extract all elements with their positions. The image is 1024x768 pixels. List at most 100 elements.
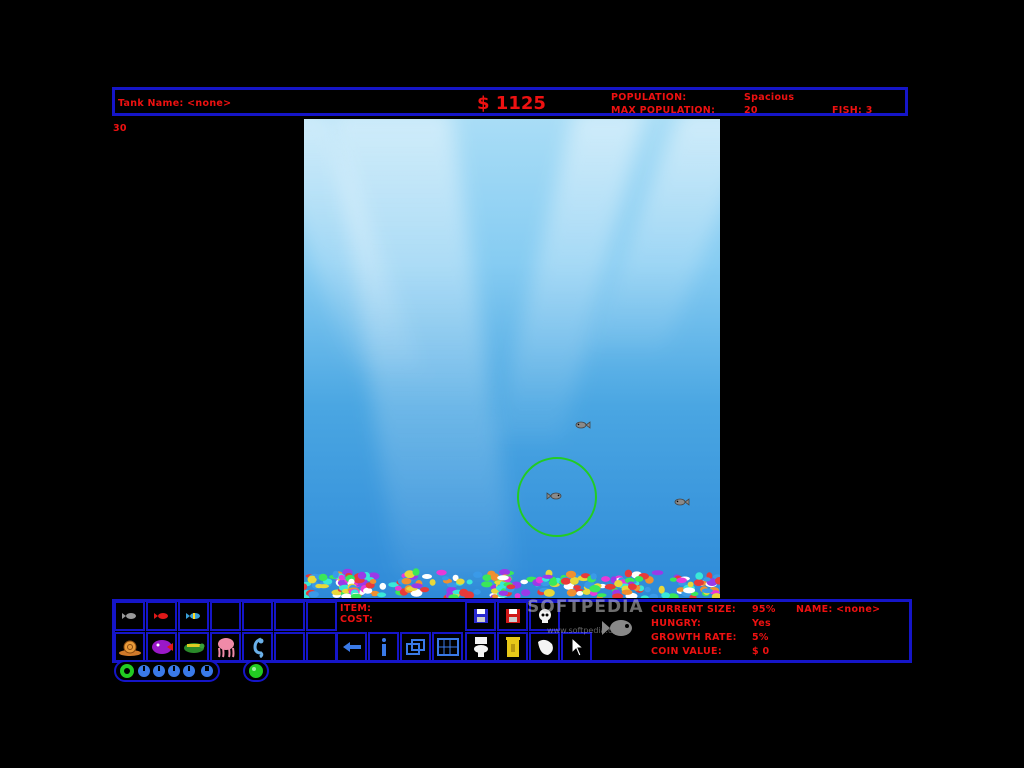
net-icon bbox=[531, 634, 558, 660]
gravel-pebble bbox=[394, 585, 402, 591]
red-fish-icon bbox=[148, 603, 175, 629]
gray-fish-icon bbox=[116, 603, 143, 629]
gravel-pebble bbox=[506, 584, 516, 590]
buy-purple-fish-button[interactable] bbox=[146, 632, 177, 662]
buy-turtle-button[interactable] bbox=[178, 632, 209, 662]
speed-button-2[interactable] bbox=[152, 663, 166, 683]
gray-fish bbox=[674, 498, 690, 506]
gravel-pebble bbox=[497, 575, 509, 581]
tank-grid-button[interactable] bbox=[432, 632, 463, 662]
fish-count: FISH: 3 bbox=[832, 105, 873, 116]
gravel-pebble bbox=[703, 577, 711, 582]
gravel-pebble bbox=[683, 587, 696, 594]
select-cursor-button[interactable] bbox=[561, 632, 592, 662]
gravel-pebble bbox=[614, 580, 623, 588]
gravel-pebble bbox=[676, 577, 687, 584]
tank-view-icon bbox=[402, 634, 429, 660]
gravel-pebble bbox=[634, 576, 644, 582]
gravel-pebble bbox=[542, 574, 554, 579]
seahorse-icon bbox=[244, 634, 271, 660]
gravel-pebble bbox=[377, 592, 387, 598]
trash-button[interactable] bbox=[497, 632, 528, 662]
gravel-pebble bbox=[570, 577, 579, 585]
gravel-pebble bbox=[543, 589, 555, 597]
gravel-pebble bbox=[573, 585, 581, 590]
gravel-pebble bbox=[369, 579, 377, 584]
tank-grid-icon bbox=[434, 634, 461, 660]
gravel-pebble bbox=[521, 589, 531, 597]
gravel-pebble bbox=[332, 570, 339, 579]
selected-fish-preview bbox=[601, 614, 637, 646]
tank-name-label[interactable]: Tank Name: <none> bbox=[118, 98, 231, 109]
gravel-pebble bbox=[624, 569, 633, 578]
gravel-pebble bbox=[576, 591, 584, 596]
empty-slot[interactable] bbox=[242, 601, 273, 631]
gravel-pebble bbox=[601, 576, 611, 582]
buy-jellyfish-button[interactable] bbox=[210, 632, 241, 662]
gravel-pebble bbox=[456, 578, 465, 585]
gravel-pebble bbox=[669, 577, 678, 582]
gravel-pebble bbox=[379, 582, 387, 590]
gravel-pebble bbox=[412, 568, 420, 576]
save-as-button[interactable] bbox=[497, 601, 528, 631]
aquarium-tank[interactable] bbox=[304, 119, 720, 598]
buy-snail-button[interactable] bbox=[114, 632, 145, 662]
empty-slot[interactable] bbox=[274, 632, 305, 662]
cursor-icon bbox=[563, 634, 590, 660]
empty-slot[interactable] bbox=[274, 601, 305, 631]
speed-button-5[interactable] bbox=[199, 663, 215, 683]
gravel-pebble bbox=[473, 571, 483, 578]
green-orb-button[interactable] bbox=[243, 660, 269, 682]
empty-slot[interactable] bbox=[306, 601, 337, 631]
fish-name-label[interactable]: NAME: <none> bbox=[796, 604, 880, 615]
speed-button-1[interactable] bbox=[137, 663, 151, 683]
gravel-pebble bbox=[566, 589, 577, 597]
play-button[interactable] bbox=[119, 663, 135, 683]
growth-rate-value: 5% bbox=[752, 632, 769, 643]
current-size-label: CURRENT SIZE: bbox=[651, 604, 736, 615]
gravel-pebble bbox=[363, 587, 373, 594]
max-population-value: 20 bbox=[744, 105, 758, 116]
gravel-pebble bbox=[520, 579, 528, 585]
gravel-pebble bbox=[459, 588, 469, 597]
gravel-pebble bbox=[338, 574, 345, 581]
back-arrow-icon bbox=[338, 634, 365, 660]
gravel-pebble bbox=[499, 569, 511, 576]
current-size-value: 95% bbox=[752, 604, 776, 615]
speed-button-3[interactable] bbox=[167, 663, 181, 683]
gravel-pebble bbox=[318, 584, 329, 589]
population-label: POPULATION: bbox=[611, 92, 687, 103]
jellyfish-icon bbox=[212, 634, 239, 660]
empty-slot[interactable] bbox=[306, 632, 337, 662]
gravel-pebble bbox=[420, 587, 430, 593]
gravel-pebble bbox=[560, 577, 571, 585]
buy-striped-fish-button[interactable] bbox=[178, 601, 209, 631]
gray-fish bbox=[575, 421, 591, 429]
gravel-pebble bbox=[441, 576, 449, 581]
save-button[interactable] bbox=[465, 601, 496, 631]
gravel-pebble bbox=[357, 571, 367, 580]
cost-label: COST: bbox=[340, 614, 374, 625]
buy-seahorse-button[interactable] bbox=[242, 632, 273, 662]
gravel-pebble bbox=[482, 574, 492, 581]
net-button[interactable] bbox=[529, 632, 560, 662]
trash-can-icon bbox=[499, 634, 526, 660]
empty-slot[interactable] bbox=[210, 601, 241, 631]
gravel-pebble bbox=[693, 579, 704, 587]
gravel-pebble bbox=[473, 589, 481, 595]
info-button[interactable] bbox=[368, 632, 399, 662]
flush-button[interactable] bbox=[465, 632, 496, 662]
gravel-pebble bbox=[649, 593, 659, 598]
back-button[interactable] bbox=[336, 632, 367, 662]
tank-view-button[interactable] bbox=[400, 632, 431, 662]
speed-button-4[interactable] bbox=[182, 663, 196, 683]
gravel-pebble bbox=[422, 574, 432, 579]
gravel-pebble bbox=[498, 590, 509, 596]
gravel-pebble bbox=[589, 585, 601, 593]
item-label: ITEM: bbox=[340, 603, 372, 614]
buy-gray-fish-button[interactable] bbox=[114, 601, 145, 631]
buy-red-fish-button[interactable] bbox=[146, 601, 177, 631]
gravel-pebble bbox=[436, 569, 447, 576]
green-orb-icon bbox=[249, 664, 263, 678]
speed-icon bbox=[138, 665, 150, 677]
